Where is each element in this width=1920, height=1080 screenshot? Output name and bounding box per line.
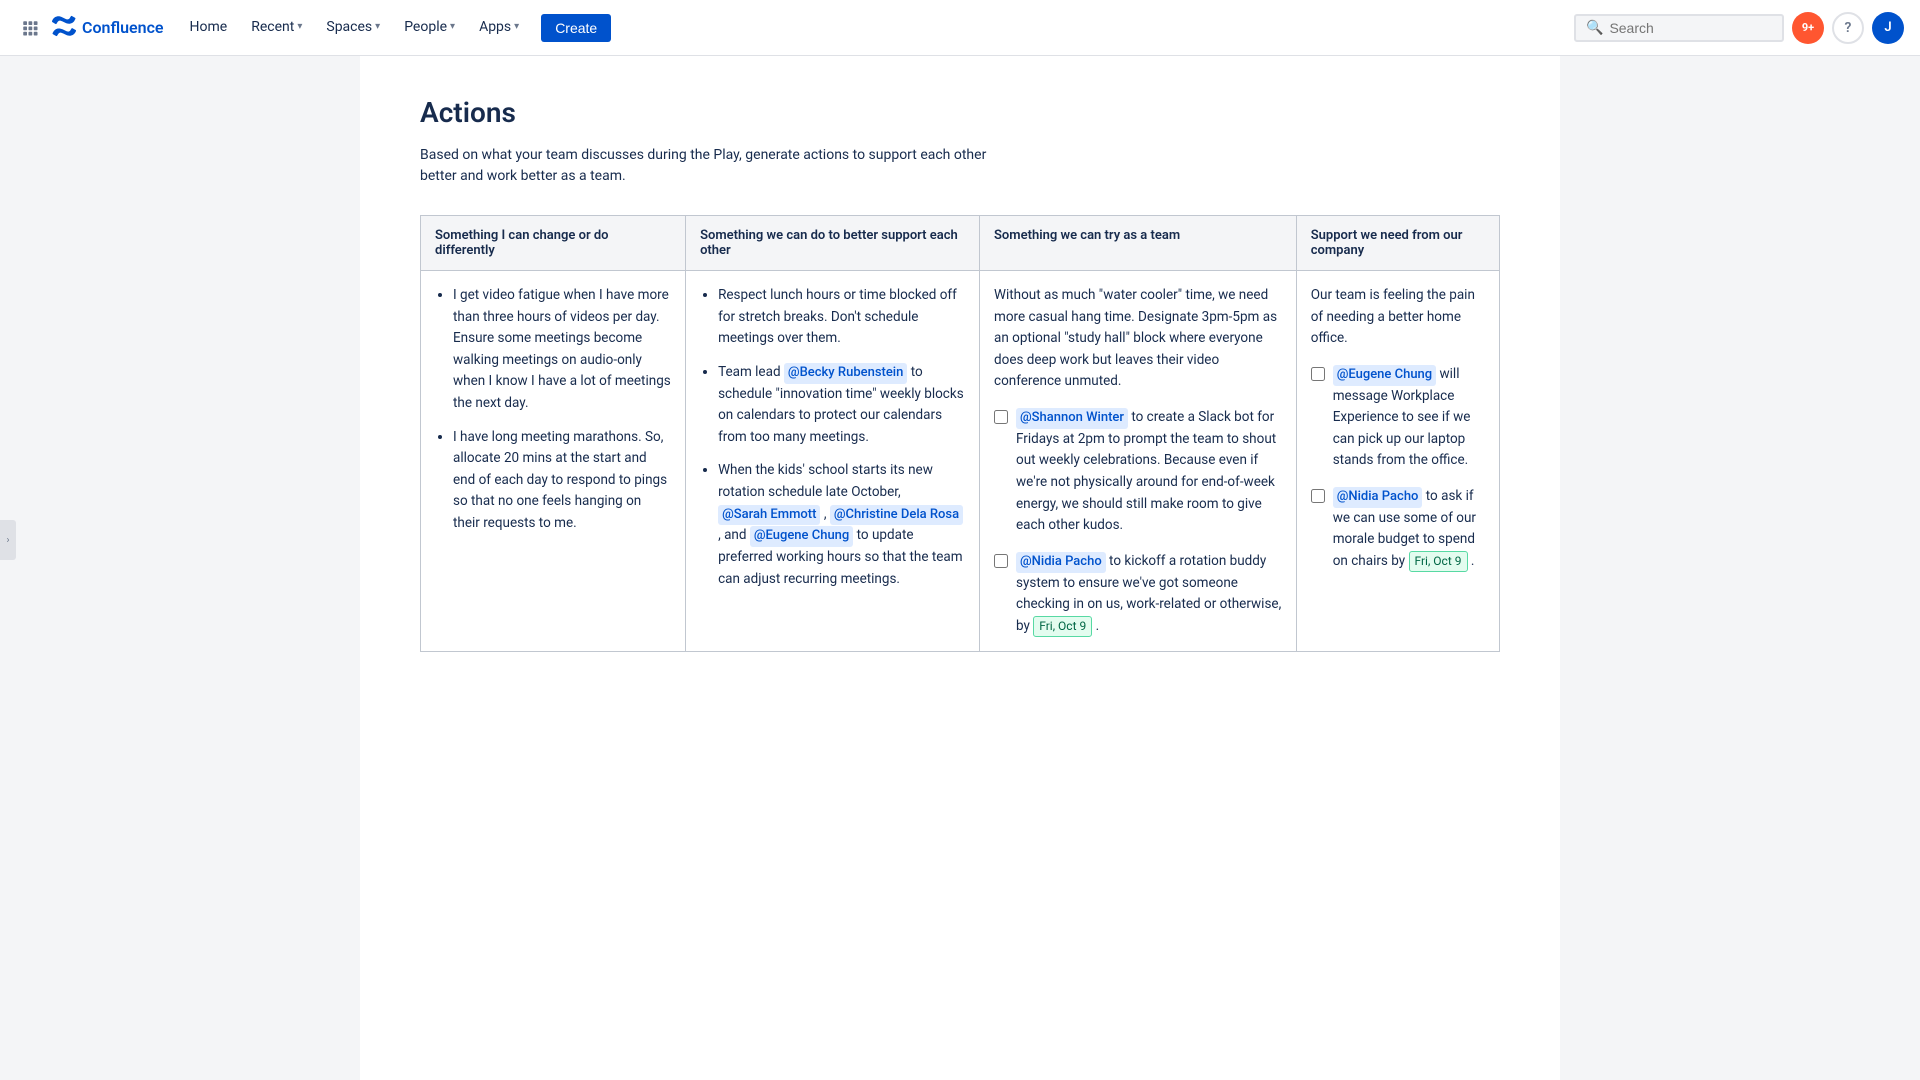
checkbox-row: @Shannon Winter to create a Slack bot fo… bbox=[994, 407, 1282, 537]
mention-eugene-co: @Eugene Chung bbox=[1333, 365, 1436, 386]
checkbox-shannon[interactable] bbox=[994, 410, 1008, 424]
checkbox-row: @Eugene Chung will message Workplace Exp… bbox=[1311, 364, 1485, 472]
checkbox-nidia-co[interactable] bbox=[1311, 489, 1325, 503]
help-button[interactable]: ? bbox=[1832, 12, 1864, 44]
main-content: Actions Based on what your team discusse… bbox=[360, 56, 1560, 1080]
people-chevron-icon: ▾ bbox=[450, 21, 455, 32]
col-header-3: Something we can try as a team bbox=[980, 216, 1297, 271]
create-button[interactable]: Create bbox=[541, 14, 611, 42]
list-item: When the kids' school starts its new rot… bbox=[718, 460, 965, 590]
list-item: Respect lunch hours or time blocked off … bbox=[718, 285, 965, 350]
col2-cell: Respect lunch hours or time blocked off … bbox=[686, 271, 980, 652]
mention-becky: @Becky Rubenstein bbox=[784, 363, 907, 384]
col4-intro: Our team is feeling the pain of needing … bbox=[1311, 285, 1485, 350]
notification-button[interactable]: 9+ bbox=[1792, 12, 1824, 44]
mention-shannon: @Shannon Winter bbox=[1016, 408, 1128, 429]
date-tag: Fri, Oct 9 bbox=[1033, 616, 1092, 637]
mention-sarah: @Sarah Emmott bbox=[718, 505, 820, 526]
avatar[interactable]: J bbox=[1872, 12, 1904, 44]
col-header-4: Support we need from our company bbox=[1296, 216, 1499, 271]
page-title: Actions bbox=[420, 96, 1500, 129]
checkbox-row: @Nidia Pacho to kickoff a rotation buddy… bbox=[994, 551, 1282, 638]
nav-home[interactable]: Home bbox=[180, 0, 238, 56]
spaces-chevron-icon: ▾ bbox=[375, 21, 380, 32]
nav-recent[interactable]: Recent ▾ bbox=[241, 0, 312, 56]
grid-icon[interactable] bbox=[16, 14, 44, 42]
mention-nidia-team: @Nidia Pacho bbox=[1016, 552, 1106, 573]
recent-chevron-icon: ▾ bbox=[297, 21, 302, 32]
page-description: Based on what your team discusses during… bbox=[420, 145, 1020, 187]
confluence-logo[interactable]: Confluence bbox=[52, 14, 164, 42]
nav-apps[interactable]: Apps ▾ bbox=[469, 0, 529, 56]
checkbox-nidia-team[interactable] bbox=[994, 554, 1008, 568]
mention-nidia-co: @Nidia Pacho bbox=[1333, 487, 1423, 508]
nav-spaces[interactable]: Spaces ▾ bbox=[316, 0, 390, 56]
list-item: I get video fatigue when I have more tha… bbox=[453, 285, 671, 415]
top-navigation: Confluence Home Recent ▾ Spaces ▾ People… bbox=[0, 0, 1920, 56]
list-item: I have long meeting marathons. So, alloc… bbox=[453, 427, 671, 535]
mention-eugene: @Eugene Chung bbox=[750, 526, 853, 547]
logo-text: Confluence bbox=[82, 18, 164, 37]
search-icon: 🔍 bbox=[1586, 20, 1603, 36]
col-header-2: Something we can do to better support ea… bbox=[686, 216, 980, 271]
sidebar-toggle[interactable]: › bbox=[0, 520, 16, 560]
date-tag-co: Fri, Oct 9 bbox=[1409, 551, 1468, 572]
apps-chevron-icon: ▾ bbox=[514, 21, 519, 32]
list-item: Team lead @Becky Rubenstein to schedule … bbox=[718, 362, 965, 449]
search-box[interactable]: 🔍 bbox=[1574, 14, 1784, 42]
col1-cell: I get video fatigue when I have more tha… bbox=[421, 271, 686, 652]
col4-cell: Our team is feeling the pain of needing … bbox=[1296, 271, 1499, 652]
nav-people[interactable]: People ▾ bbox=[394, 0, 465, 56]
mention-christine: @Christine Dela Rosa bbox=[830, 505, 963, 526]
checkbox-eugene[interactable] bbox=[1311, 367, 1325, 381]
checkbox-row: @Nidia Pacho to ask if we can use some o… bbox=[1311, 486, 1485, 573]
actions-table: Something I can change or do differently… bbox=[420, 215, 1500, 652]
col-header-1: Something I can change or do differently bbox=[421, 216, 686, 271]
search-input[interactable] bbox=[1609, 20, 1772, 36]
col3-cell: Without as much "water cooler" time, we … bbox=[980, 271, 1297, 652]
